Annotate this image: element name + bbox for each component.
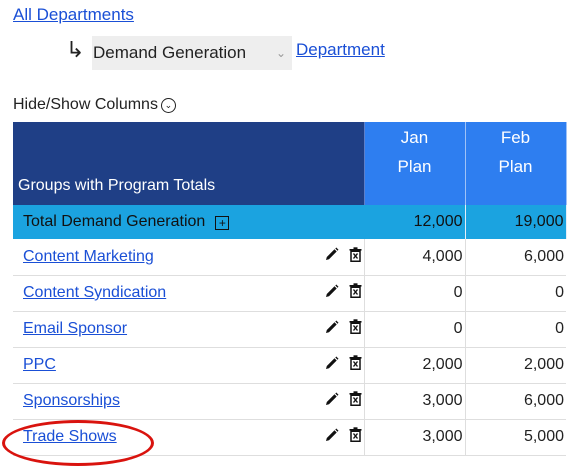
cell-jan: 3,000: [363, 419, 465, 456]
department-select[interactable]: Demand Generation ⌄: [92, 36, 292, 70]
program-link[interactable]: Sponsorships: [23, 392, 120, 410]
pencil-icon[interactable]: [325, 247, 339, 266]
hide-show-columns-toggle[interactable]: Hide/Show Columns ⌄: [13, 96, 176, 114]
cell-feb: 5,000: [464, 419, 566, 456]
return-arrow-icon: ↳: [66, 37, 85, 62]
table-row: Email Sponsor 0 0: [13, 311, 566, 348]
table-row: Content Syndication 0 0: [13, 275, 566, 312]
pencil-icon[interactable]: [325, 356, 339, 375]
cell-feb: 6,000: [464, 383, 566, 420]
trash-icon[interactable]: [349, 355, 362, 375]
chevron-down-icon: ⌄: [275, 46, 286, 60]
cell-feb: 0: [464, 311, 566, 348]
table-row: PPC 2,000 2,000: [13, 347, 566, 384]
total-row-label: Total Demand Generation: [23, 213, 206, 230]
cell-feb: 0: [464, 275, 566, 312]
total-feb: 19,000: [465, 205, 567, 239]
all-departments-link[interactable]: All Departments: [13, 5, 134, 25]
program-totals-table: Groups with Program Totals Jan Feb Plan …: [13, 122, 567, 456]
table-row: Sponsorships 3,000 6,000: [13, 383, 566, 420]
trash-icon[interactable]: [349, 427, 362, 447]
trash-icon[interactable]: [349, 247, 362, 267]
month-header-jan: Jan: [364, 122, 466, 154]
trash-icon[interactable]: [349, 391, 362, 411]
department-selector-row: ↳ Demand Generation ⌄ Department: [66, 36, 385, 70]
program-link[interactable]: Email Sponsor: [23, 320, 127, 338]
chevron-down-circle-icon[interactable]: ⌄: [160, 97, 176, 113]
total-jan: 12,000: [364, 205, 466, 239]
program-link[interactable]: Content Syndication: [23, 284, 166, 302]
table-row: Trade Shows 3,000 5,000: [13, 419, 566, 456]
total-row: Total Demand Generation + 12,000 19,000: [13, 205, 567, 239]
program-link[interactable]: PPC: [23, 356, 56, 374]
plus-square-icon[interactable]: +: [215, 216, 230, 230]
sub-header-feb: Plan: [465, 154, 567, 205]
department-link[interactable]: Department: [296, 40, 385, 60]
hide-show-columns-label: Hide/Show Columns: [13, 96, 158, 113]
month-header-feb: Feb: [465, 122, 567, 154]
cell-jan: 4,000: [363, 239, 465, 276]
table-row: Content Marketing 4,000 6,000: [13, 239, 566, 276]
cell-jan: 0: [363, 311, 465, 348]
sub-header-jan: Plan: [364, 154, 466, 205]
cell-jan: 0: [363, 275, 465, 312]
program-link[interactable]: Content Marketing: [23, 248, 154, 266]
group-header: Groups with Program Totals: [13, 122, 365, 205]
pencil-icon[interactable]: [325, 284, 339, 303]
cell-feb: 2,000: [464, 347, 566, 384]
pencil-icon[interactable]: [325, 392, 339, 411]
cell-feb: 6,000: [464, 239, 566, 276]
pencil-icon[interactable]: [325, 320, 339, 339]
trash-icon[interactable]: [349, 319, 362, 339]
cell-jan: 2,000: [363, 347, 465, 384]
cell-jan: 3,000: [363, 383, 465, 420]
pencil-icon[interactable]: [325, 428, 339, 447]
department-select-value: Demand Generation: [93, 43, 247, 62]
trash-icon[interactable]: [349, 283, 362, 303]
program-link[interactable]: Trade Shows: [23, 428, 117, 446]
